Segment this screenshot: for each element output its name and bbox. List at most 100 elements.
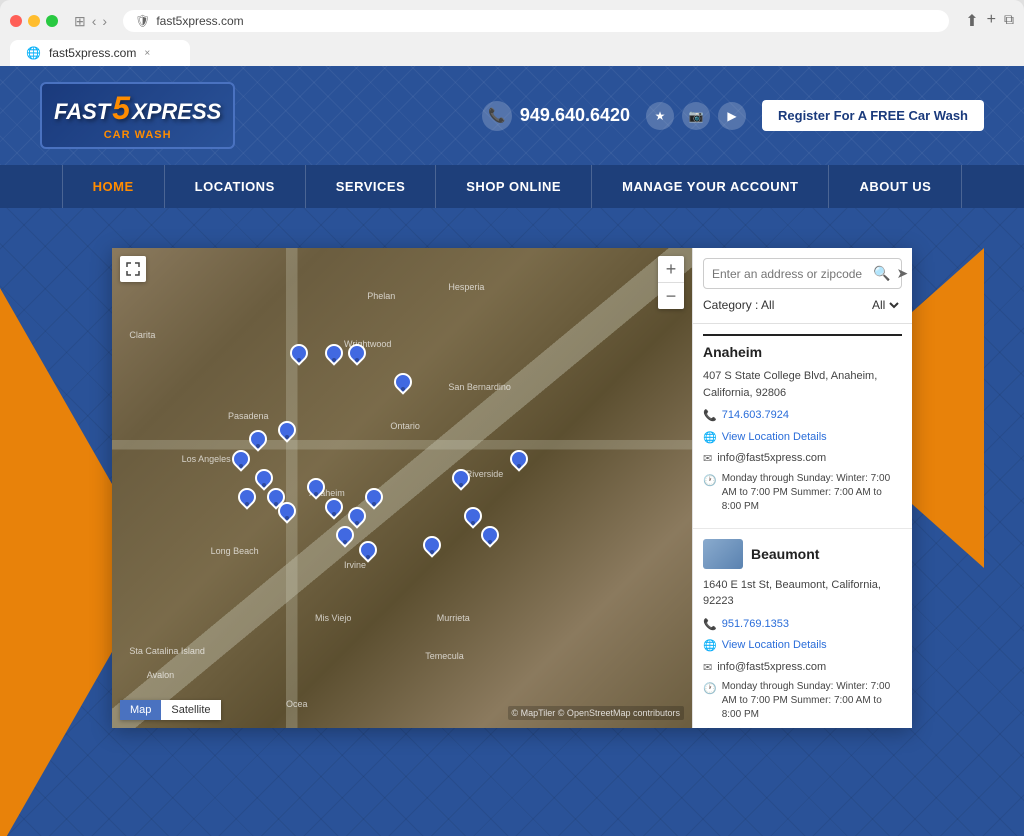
browser-titlebar: ⊞ ‹ › 🛡 fast5xpress.com ⬆ + ⧉ [10,10,1014,32]
location-email-text-beaumont: info@fast5xpress.com [717,659,826,676]
logo: FAST 5 XPRESS CAR WASH [54,90,221,141]
phone-number[interactable]: 949.640.6420 [520,105,630,126]
nav-locations[interactable]: LOCATIONS [165,165,306,208]
maximize-traffic-light[interactable] [46,15,58,27]
nav-manage-account[interactable]: MANAGE YOUR ACCOUNT [592,165,829,208]
map-label-pasadena: Pasadena [228,411,269,421]
thumb-image-beaumont [703,539,743,569]
register-button[interactable]: Register For A FREE Car Wash [762,100,984,131]
map-pin[interactable] [240,488,254,506]
shield-icon: 🛡 [135,14,150,28]
map-label-clarita: Clarita [129,330,155,340]
map-label-riverside: Riverside [466,469,504,479]
locations-container: Clarita Phelan Hesperia Wrightwood Pasad… [112,248,912,728]
phone-detail-icon: 📞 [703,408,717,425]
nav-home[interactable]: HOME [62,165,165,208]
browser-actions: ⬆ + ⧉ [965,11,1014,31]
map-label-san-bernardino: San Bernardino [448,382,511,392]
yelp-icon[interactable]: ★ [646,102,674,130]
zoom-in-button[interactable]: + [658,256,684,282]
nav-shop-online[interactable]: SHOP ONLINE [436,165,592,208]
location-view-link-beaumont[interactable]: View Location Details [722,637,827,654]
location-view-anaheim: 🌐 View Location Details [703,429,902,447]
gps-icon[interactable]: ➤ [896,265,908,282]
map-pin[interactable] [512,450,526,468]
clock-detail-icon-b: 🕐 [703,681,717,698]
location-phone-link-anaheim[interactable]: 714.603.7924 [722,407,789,424]
zoom-out-button[interactable]: − [658,283,684,309]
map-pin[interactable] [327,498,341,516]
map-pin[interactable] [425,536,439,554]
minimize-traffic-light[interactable] [28,15,40,27]
category-select[interactable]: All [868,297,902,313]
map-pin[interactable] [292,344,306,362]
instagram-icon[interactable]: 📷 [682,102,710,130]
map-pin[interactable] [350,344,364,362]
map-pin[interactable] [361,541,375,559]
map-fullscreen-button[interactable] [120,256,146,282]
map-pin[interactable] [454,469,468,487]
map-type-map-button[interactable]: Map [120,700,161,720]
map-pin[interactable] [234,450,248,468]
tab-close-icon[interactable]: × [144,48,150,59]
map-pin[interactable] [251,430,265,448]
map-label-long-beach: Long Beach [211,546,259,556]
social-icons: ★ 📷 ▶ [646,102,746,130]
clock-detail-icon: 🕐 [703,473,717,490]
location-view-link-anaheim[interactable]: View Location Details [722,429,827,446]
map-image: Clarita Phelan Hesperia Wrightwood Pasad… [112,248,692,728]
location-phone-anaheim: 📞 714.603.7924 [703,407,902,425]
sidebar-toggle-icon[interactable]: ⊞ [74,13,86,30]
search-icon[interactable]: 🔍 [873,265,890,282]
website: FAST 5 XPRESS CAR WASH 📞 949.640.6420 ★ … [0,66,1024,836]
phone-icon: 📞 [482,101,512,131]
map-pin[interactable] [483,526,497,544]
location-hours-anaheim: 🕐 Monday through Sunday: Winter: 7:00 AM… [703,472,902,514]
map-pin[interactable] [309,478,323,496]
map-detail-icon: 🌐 [703,430,717,447]
site-nav: HOME LOCATIONS SERVICES SHOP ONLINE MANA… [0,165,1024,208]
map-pin[interactable] [280,421,294,439]
map-pin[interactable] [257,469,271,487]
locations-sidebar: 🔍 ➤ Category : All All Anaheim [692,248,912,728]
map-area[interactable]: Clarita Phelan Hesperia Wrightwood Pasad… [112,248,692,728]
email-detail-icon: ✉ [703,451,712,468]
map-type-buttons: Map Satellite [120,700,221,720]
map-detail-icon-b: 🌐 [703,638,717,655]
nav-about-us[interactable]: ABOUT US [829,165,962,208]
map-label-phelan: Phelan [367,291,395,301]
windows-icon[interactable]: ⧉ [1004,11,1014,31]
location-name-anaheim: Anaheim [703,344,762,360]
nav-services[interactable]: SERVICES [306,165,437,208]
map-pin[interactable] [280,502,294,520]
location-phone-link-beaumont[interactable]: 951.769.1353 [722,616,789,633]
map-pin[interactable] [350,507,364,525]
location-card-anaheim: Anaheim 407 S State College Blvd, Anahei… [693,324,912,529]
address-bar[interactable]: 🛡 fast5xpress.com [123,10,949,32]
forward-icon[interactable]: › [102,13,107,30]
logo-box[interactable]: FAST 5 XPRESS CAR WASH [40,82,235,149]
map-label-mis-viejo: Mis Viejo [315,613,351,623]
map-label-avalon: Avalon [147,670,174,680]
new-tab-icon[interactable]: + [987,11,996,31]
location-search-input[interactable] [712,267,867,281]
category-label: Category : All [703,298,774,312]
map-pin[interactable] [466,507,480,525]
map-pin[interactable] [367,488,381,506]
close-traffic-light[interactable] [10,15,22,27]
map-pin[interactable] [338,526,352,544]
search-box: 🔍 ➤ Category : All All [693,248,912,324]
location-header-anaheim: Anaheim [703,344,902,360]
youtube-icon[interactable]: ▶ [718,102,746,130]
share-icon[interactable]: ⬆ [965,11,978,31]
location-info-anaheim: 407 S State College Blvd, Anaheim, Calif… [703,368,902,514]
map-label-los-angeles: Los Angeles [182,454,231,464]
map-type-satellite-button[interactable]: Satellite [161,700,220,720]
map-copyright: © MapTiler © OpenStreetMap contributors [508,706,685,720]
active-tab[interactable]: 🌐 fast5xpress.com × [10,40,190,66]
map-pin[interactable] [396,373,410,391]
map-pin[interactable] [327,344,341,362]
back-icon[interactable]: ‹ [92,13,97,30]
phone-area: 📞 949.640.6420 [482,101,630,131]
location-card-beaumont: Beaumont 1640 E 1st St, Beaumont, Califo… [693,529,912,729]
